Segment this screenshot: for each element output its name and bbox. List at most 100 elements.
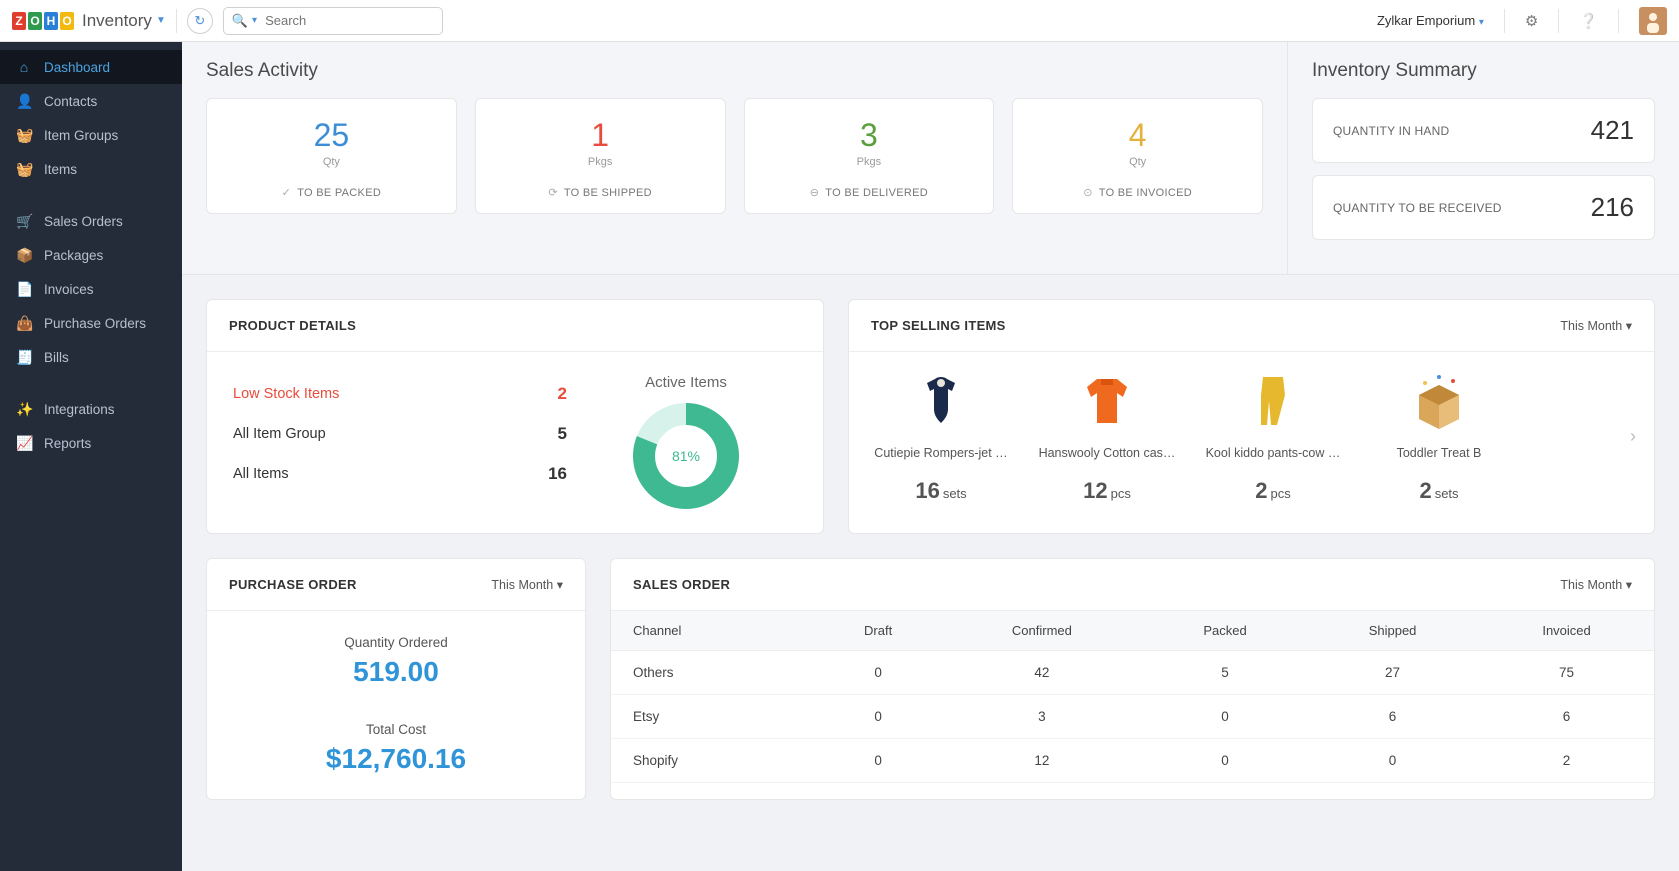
inventory-summary-row: QUANTITY IN HAND421 xyxy=(1312,98,1655,163)
product-detail-row[interactable]: All Item Group5 xyxy=(229,414,571,454)
sidebar-item-label: Packages xyxy=(44,248,103,263)
product-image xyxy=(1076,370,1138,432)
table-header: Channel xyxy=(611,611,817,651)
bag-icon: 👜 xyxy=(16,315,32,332)
period-dropdown[interactable]: This Month ▾ xyxy=(1560,318,1632,333)
divider xyxy=(1558,9,1559,33)
summary-label: QUANTITY TO BE RECEIVED xyxy=(1333,201,1502,215)
activity-card-to-be-shipped[interactable]: 1 Pkgs ⟳TO BE SHIPPED xyxy=(475,98,726,214)
table-row: Etsy03066 xyxy=(611,695,1654,739)
product-image xyxy=(910,370,972,432)
sidebar-item-label: Sales Orders xyxy=(44,214,123,229)
sales-activity-section: Sales Activity 25 Qty ✓TO BE PACKED 1 Pkgs ⟳T… xyxy=(182,42,1287,274)
panel-title: PURCHASE ORDER xyxy=(229,577,357,592)
receipt-icon: 🧾 xyxy=(16,349,32,366)
status-icon: ⟳ xyxy=(548,186,558,199)
table-cell: 0 xyxy=(1306,739,1479,783)
product-detail-row[interactable]: All Items16 xyxy=(229,454,571,494)
purchase-order-panel: PURCHASE ORDER This Month ▾ Quantity Ord… xyxy=(206,558,586,800)
top-selling-item[interactable]: Kool kiddo pants-cow …2pcs xyxy=(1193,370,1353,504)
status-icon: ⊙ xyxy=(1083,186,1093,199)
table-cell: 12 xyxy=(940,739,1144,783)
table-cell: Shopify xyxy=(611,739,817,783)
search-scope-caret-icon[interactable]: ▾ xyxy=(252,15,257,26)
table-header: Shipped xyxy=(1306,611,1479,651)
table-row: Others04252775 xyxy=(611,651,1654,695)
activity-value: 1 xyxy=(486,117,715,154)
table-cell: 2 xyxy=(1479,739,1654,783)
sidebar-item-purchase-orders[interactable]: 👜Purchase Orders xyxy=(0,306,182,340)
sidebar-item-items[interactable]: 🧺Items xyxy=(0,152,182,186)
top-selling-panel: TOP SELLING ITEMS This Month ▾ Cutiepie … xyxy=(848,299,1655,534)
activity-unit: Qty xyxy=(217,156,446,168)
product-image xyxy=(1242,370,1304,432)
cart-icon: 🛒 xyxy=(16,213,32,230)
sidebar-item-sales-orders[interactable]: 🛒 Sales Orders xyxy=(0,204,182,238)
global-search[interactable]: 🔍 ▾ xyxy=(223,7,443,35)
table-cell: 0 xyxy=(817,739,940,783)
org-switcher[interactable]: Zylkar Emporium ▾ xyxy=(1377,13,1484,28)
sales-order-panel: SALES ORDER This Month ▾ ChannelDraftCon… xyxy=(610,558,1655,800)
activity-label: ✓TO BE PACKED xyxy=(217,186,446,199)
sidebar-item-bills[interactable]: 🧾Bills xyxy=(0,340,182,374)
table-cell: 6 xyxy=(1479,695,1654,739)
period-dropdown[interactable]: This Month ▾ xyxy=(1560,577,1632,592)
activity-card-to-be-packed[interactable]: 25 Qty ✓TO BE PACKED xyxy=(206,98,457,214)
activity-card-to-be-invoiced[interactable]: 4Qty⊙TO BE INVOICED xyxy=(1012,98,1263,214)
top-selling-item[interactable]: Hanswooly Cotton cas…12pcs xyxy=(1027,370,1187,504)
activity-value: 25 xyxy=(217,117,446,154)
sidebar-item-packages[interactable]: 📦 Packages xyxy=(0,238,182,272)
panel-title: TOP SELLING ITEMS xyxy=(871,318,1006,333)
period-dropdown[interactable]: This Month ▾ xyxy=(491,577,563,592)
activity-card-to-be-delivered[interactable]: 3Pkgs⊖TO BE DELIVERED xyxy=(744,98,995,214)
top-selling-item[interactable]: Toddler Treat B2sets xyxy=(1359,370,1519,504)
help-icon[interactable]: ❔ xyxy=(1579,12,1598,30)
sidebar-item-invoices[interactable]: 📄Invoices xyxy=(0,272,182,306)
table-header: Packed xyxy=(1144,611,1306,651)
chevron-down-icon: ▾ xyxy=(1479,17,1484,28)
activity-label: ⟳TO BE SHIPPED xyxy=(486,186,715,199)
home-icon: ⌂ xyxy=(16,59,32,75)
top-selling-item[interactable]: Cutiepie Rompers-jet …16sets xyxy=(861,370,1021,504)
next-arrow-icon[interactable]: › xyxy=(1630,426,1650,446)
section-title: Sales Activity xyxy=(206,60,1263,82)
status-icon: ✓ xyxy=(282,186,292,199)
sidebar-item-integrations[interactable]: ✨Integrations xyxy=(0,392,182,426)
file-icon: 📄 xyxy=(16,281,32,298)
activity-label: ⊖TO BE DELIVERED xyxy=(755,186,984,199)
basket-icon: 🧺 xyxy=(16,161,32,178)
product-detail-row[interactable]: Low Stock Items2 xyxy=(229,374,571,414)
app-switcher-caret-icon[interactable]: ▼ xyxy=(156,15,166,26)
panel-title: PRODUCT DETAILS xyxy=(229,318,356,333)
search-input[interactable] xyxy=(265,13,441,28)
activity-unit: Pkgs xyxy=(486,156,715,168)
sidebar-item-label: Contacts xyxy=(44,94,97,109)
product-name: Hanswooly Cotton cas… xyxy=(1027,446,1187,460)
table-row: Shopify012002 xyxy=(611,739,1654,783)
chevron-down-icon: ▾ xyxy=(1626,578,1632,592)
recent-activity-button[interactable]: ↻ xyxy=(187,8,213,34)
detail-value: 16 xyxy=(548,464,567,484)
table-cell: 0 xyxy=(817,651,940,695)
detail-label: All Item Group xyxy=(233,426,326,442)
sales-order-table: ChannelDraftConfirmedPackedShippedInvoic… xyxy=(611,611,1654,783)
app-name[interactable]: Inventory xyxy=(82,11,152,31)
divider xyxy=(1504,9,1505,33)
summary-label: QUANTITY IN HAND xyxy=(1333,124,1449,138)
box-icon: 📦 xyxy=(16,247,32,264)
product-name: Toddler Treat B xyxy=(1359,446,1519,460)
chart-icon: 📈 xyxy=(16,435,32,452)
table-cell: 27 xyxy=(1306,651,1479,695)
divider xyxy=(1618,9,1619,33)
avatar[interactable] xyxy=(1639,7,1667,35)
table-cell: Etsy xyxy=(611,695,817,739)
user-icon: 👤 xyxy=(16,93,32,110)
gear-icon[interactable]: ⚙ xyxy=(1525,12,1538,30)
detail-value: 2 xyxy=(558,384,567,404)
sidebar-item-reports[interactable]: 📈Reports xyxy=(0,426,182,460)
sidebar-item-dashboard[interactable]: ⌂Dashboard xyxy=(0,50,182,84)
total-cost-label: Total Cost xyxy=(217,722,575,737)
sidebar-item-contacts[interactable]: 👤 Contacts xyxy=(0,84,182,118)
divider xyxy=(176,9,177,33)
sidebar-item-item-groups[interactable]: 🧺Item Groups xyxy=(0,118,182,152)
